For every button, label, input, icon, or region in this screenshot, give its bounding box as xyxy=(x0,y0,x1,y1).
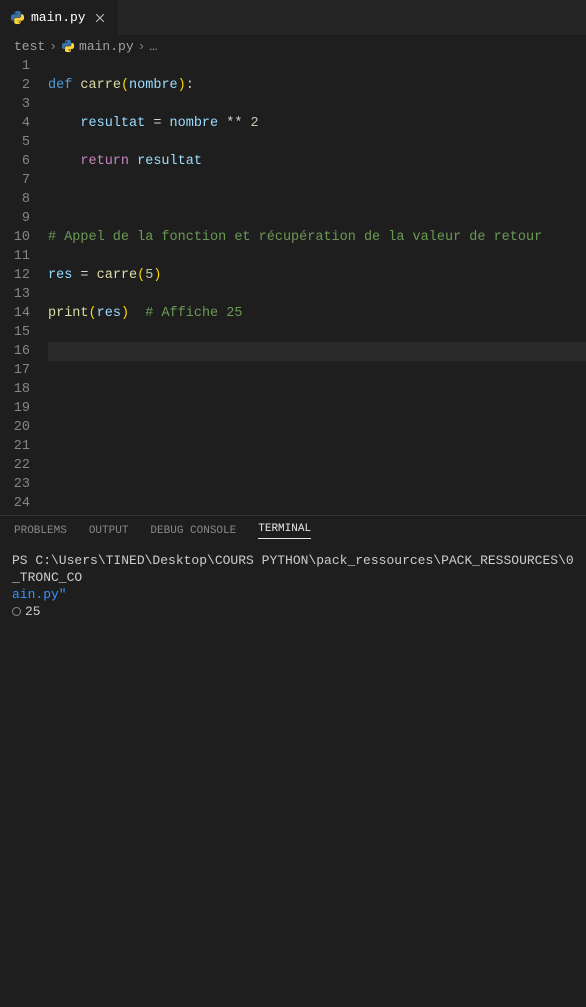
panel-tabs: PROBLEMS OUTPUT DEBUG CONSOLE TERMINAL xyxy=(0,516,586,546)
terminal-line: ain.py" xyxy=(12,587,67,602)
bottom-panel: PROBLEMS OUTPUT DEBUG CONSOLE TERMINAL P… xyxy=(0,515,586,608)
chevron-right-icon: › xyxy=(138,39,146,54)
tab-debug-console[interactable]: DEBUG CONSOLE xyxy=(150,525,236,537)
python-file-icon xyxy=(10,10,25,25)
chevron-right-icon: › xyxy=(49,39,57,54)
tab-terminal[interactable]: TERMINAL xyxy=(258,523,311,539)
breadcrumb-more: … xyxy=(149,39,157,54)
editor-tab-main[interactable]: main.py xyxy=(0,0,119,35)
terminal-line: 25 xyxy=(25,604,41,619)
python-file-icon xyxy=(61,39,75,53)
tab-bar: main.py xyxy=(0,0,586,35)
circle-icon xyxy=(12,607,21,616)
tab-filename: main.py xyxy=(31,10,86,25)
terminal-output[interactable]: PS C:\Users\TINED\Desktop\COURS PYTHON\p… xyxy=(0,546,586,626)
breadcrumb-folder: test xyxy=(14,39,45,54)
close-icon[interactable] xyxy=(92,10,108,26)
breadcrumb-file: main.py xyxy=(79,39,134,54)
terminal-line: PS C:\Users\TINED\Desktop\COURS PYTHON\p… xyxy=(12,553,574,585)
tab-output[interactable]: OUTPUT xyxy=(89,525,129,537)
breadcrumb[interactable]: test › main.py › … xyxy=(0,35,586,57)
tab-problems[interactable]: PROBLEMS xyxy=(14,525,67,537)
